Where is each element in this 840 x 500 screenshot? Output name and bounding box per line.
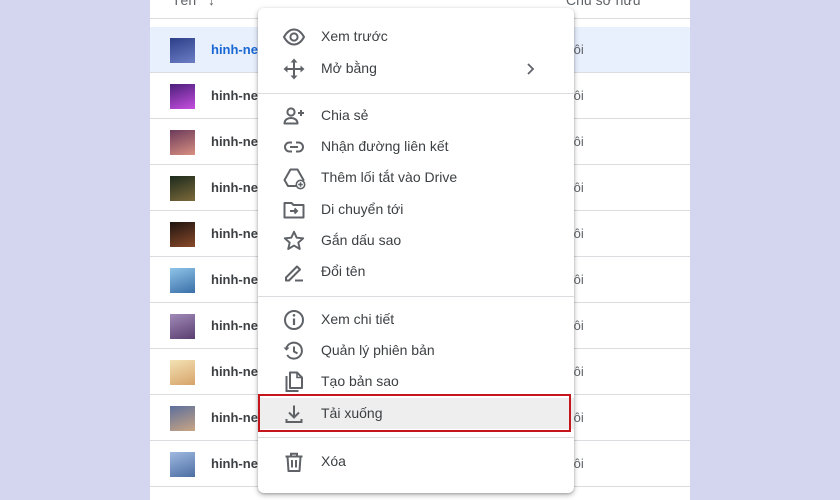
menu-item-rename[interactable]: Đổi tên	[258, 256, 574, 287]
file-thumbnail	[170, 314, 195, 339]
pencil-icon	[285, 265, 303, 282]
menu-item-label: Xóa	[321, 453, 346, 469]
column-header-owner[interactable]: Chủ sở hữu	[566, 0, 641, 8]
trash-icon	[285, 452, 303, 472]
person-add-icon	[283, 107, 304, 125]
menu-item-make-copy[interactable]: Tạo bản sao	[258, 366, 574, 397]
menu-separator	[258, 296, 574, 297]
download-highlight-box	[258, 394, 571, 432]
menu-item-details[interactable]: Xem chi tiết	[258, 304, 574, 335]
file-thumbnail	[170, 268, 195, 293]
menu-item-preview[interactable]: Xem trước	[258, 21, 574, 52]
menu-item-versions[interactable]: Quản lý phiên bản	[258, 335, 574, 366]
chevron-right-icon	[527, 63, 535, 75]
menu-separator	[258, 93, 574, 94]
menu-item-label: Di chuyển tới	[321, 201, 404, 217]
menu-item-label: Tạo bản sao	[321, 373, 399, 389]
info-icon	[284, 310, 304, 330]
menu-item-star[interactable]: Gắn dấu sao	[258, 225, 574, 256]
menu-item-label: Quản lý phiên bản	[321, 342, 435, 358]
file-thumbnail	[170, 452, 195, 477]
menu-item-label: Mở bằng	[321, 60, 377, 76]
folder-move-icon	[283, 202, 305, 219]
menu-item-label: Đổi tên	[321, 263, 366, 279]
menu-item-delete[interactable]: Xóa	[258, 446, 574, 477]
link-icon	[283, 141, 305, 153]
menu-item-label: Nhận đường liên kết	[321, 138, 449, 154]
file-thumbnail	[170, 360, 195, 385]
column-header-name[interactable]: Tên	[172, 0, 196, 8]
sort-arrow-icon[interactable]: ↓	[208, 0, 215, 8]
star-outline-icon	[283, 230, 305, 250]
menu-item-label: Chia sẻ	[321, 107, 369, 123]
menu-item-label: Gắn dấu sao	[321, 232, 402, 248]
move-arrows-icon	[283, 58, 305, 80]
file-thumbnail	[170, 38, 195, 63]
menu-item-label: Thêm lối tắt vào Drive	[321, 169, 458, 185]
menu-item-share[interactable]: Chia sẻ	[258, 100, 574, 131]
file-thumbnail	[170, 222, 195, 247]
file-thumbnail	[170, 176, 195, 201]
add-shortcut-drive-icon	[283, 168, 306, 190]
menu-item-open-with[interactable]: Mở bằng	[258, 53, 574, 84]
copy-file-icon	[285, 371, 303, 392]
menu-item-move-to[interactable]: Di chuyển tới	[258, 194, 574, 225]
file-thumbnail	[170, 130, 195, 155]
eye-icon	[282, 28, 306, 46]
menu-item-label: Xem chi tiết	[321, 311, 395, 327]
menu-item-get-link[interactable]: Nhận đường liên kết	[258, 131, 574, 162]
menu-item-label: Xem trước	[321, 28, 388, 44]
menu-separator	[258, 437, 574, 438]
history-icon	[283, 341, 303, 360]
menu-item-add-shortcut[interactable]: Thêm lối tắt vào Drive	[258, 162, 574, 193]
file-thumbnail	[170, 84, 195, 109]
file-thumbnail	[170, 406, 195, 431]
